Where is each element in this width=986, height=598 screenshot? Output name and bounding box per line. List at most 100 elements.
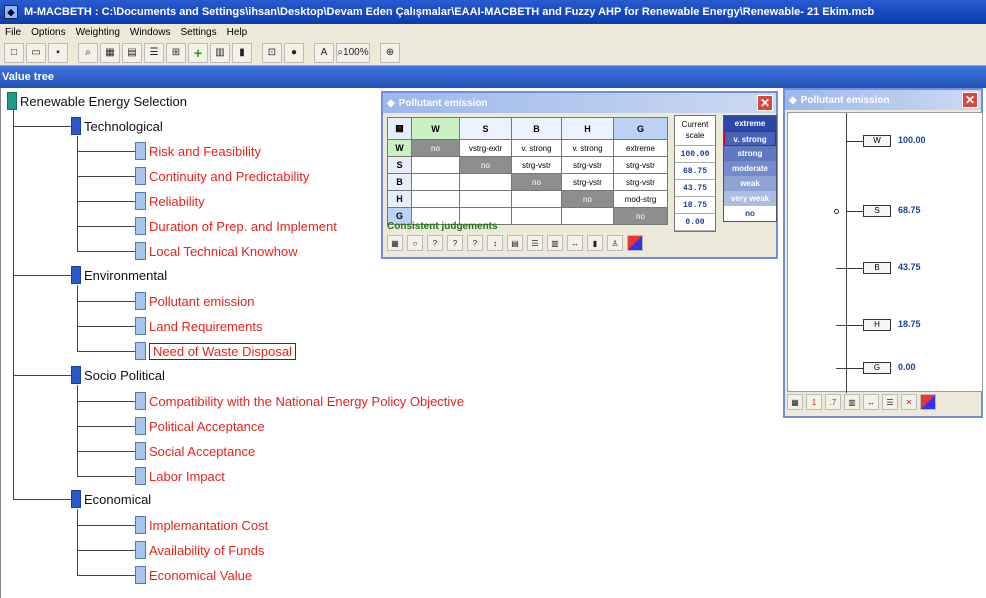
person-icon[interactable]: ♙: [607, 235, 623, 251]
matrix-cell[interactable]: no: [613, 207, 668, 225]
list-icon[interactable]: ☰: [882, 394, 898, 410]
matrix-cell[interactable]: [561, 207, 614, 225]
judgement-option[interactable]: very weak: [724, 191, 776, 206]
chart-icon[interactable]: ▥: [210, 42, 230, 63]
tree-leaf-node[interactable]: Pollutant emission: [135, 291, 255, 311]
matrix-cell[interactable]: vstrg-extr: [459, 139, 512, 157]
scale-option-box[interactable]: H: [863, 319, 891, 331]
scale-window-titlebar[interactable]: ◆ Pollutant emission ✕: [785, 90, 981, 110]
sort-icon[interactable]: ↕: [487, 235, 503, 251]
judgement-option[interactable]: no: [724, 206, 776, 221]
menu-options[interactable]: Options: [26, 27, 70, 38]
close-icon[interactable]: ✕: [757, 95, 773, 111]
matrix-cell[interactable]: [511, 207, 562, 225]
resize-icon[interactable]: ↔: [863, 394, 879, 410]
tree-leaf-node[interactable]: Compatibility with the National Energy P…: [135, 391, 464, 411]
tree-icon[interactable]: ⊞: [166, 42, 186, 63]
matrix-corner-icon[interactable]: ▦: [387, 117, 412, 140]
table-view-icon[interactable]: ▤: [507, 235, 523, 251]
save-icon[interactable]: ▪: [48, 42, 68, 63]
tree-leaf-node[interactable]: Continuity and Predictability: [135, 166, 309, 186]
judgement-option[interactable]: strong: [724, 146, 776, 161]
new-file-icon[interactable]: □: [4, 42, 24, 63]
matrix-cell[interactable]: [459, 173, 512, 191]
matrix-cell[interactable]: [411, 190, 460, 208]
matrix-icon[interactable]: ▦: [787, 394, 803, 410]
scale-option-box[interactable]: G: [863, 362, 891, 374]
diff-icon[interactable]: ▮: [587, 235, 603, 251]
menu-help[interactable]: Help: [222, 27, 253, 38]
tree-leaf-node[interactable]: Reliability: [135, 191, 205, 211]
color-grid-icon[interactable]: [627, 235, 643, 251]
tree-group-node[interactable]: Socio Political: [71, 365, 165, 385]
list-icon[interactable]: ☰: [144, 42, 164, 63]
list-view-icon[interactable]: ☰: [527, 235, 543, 251]
tree-leaf-node[interactable]: Labor Impact: [135, 466, 225, 486]
matrix-cell[interactable]: strg-vstr: [511, 156, 562, 174]
menu-file[interactable]: File: [0, 27, 26, 38]
plus-icon[interactable]: +: [188, 42, 208, 63]
judgement-option[interactable]: moderate: [724, 161, 776, 176]
scale-option-box[interactable]: W: [863, 135, 891, 147]
close-icon[interactable]: ✕: [962, 92, 978, 108]
tree-leaf-node[interactable]: Political Acceptance: [135, 416, 265, 436]
tree-leaf-node[interactable]: Implemantation Cost: [135, 515, 268, 535]
tree-group-node[interactable]: Technological: [71, 116, 163, 136]
scale-option-box[interactable]: B: [863, 262, 891, 274]
font-size-icon[interactable]: A: [314, 42, 334, 63]
judgement-option[interactable]: extreme: [724, 116, 776, 131]
tree-leaf-node[interactable]: Land Requirements: [135, 316, 262, 336]
zoom-button[interactable]: ⌕ 100%: [336, 42, 370, 63]
grid-icon[interactable]: ▤: [122, 42, 142, 63]
hint-icon[interactable]: ?: [427, 235, 443, 251]
tree-group-node[interactable]: Economical: [71, 489, 151, 509]
matrix-cell[interactable]: v. strong: [561, 139, 614, 157]
matrix-cell[interactable]: [511, 190, 562, 208]
table-icon[interactable]: ▦: [100, 42, 120, 63]
resize-icon[interactable]: ↔: [567, 235, 583, 251]
matrix-cell[interactable]: no: [411, 139, 460, 157]
menu-settings[interactable]: Settings: [175, 27, 221, 38]
circle-icon[interactable]: ○: [407, 235, 423, 251]
matrix-cell[interactable]: strg-vstr: [613, 173, 668, 191]
matrix-cell[interactable]: v. strong: [511, 139, 562, 157]
matrix-cell[interactable]: [411, 156, 460, 174]
bars-icon[interactable]: ▮: [232, 42, 252, 63]
tree-leaf-node[interactable]: Economical Value: [135, 565, 252, 585]
color-grid-icon[interactable]: [920, 394, 936, 410]
menu-weighting[interactable]: Weighting: [71, 27, 125, 38]
matrix-cell[interactable]: no: [459, 156, 512, 174]
judgement-option[interactable]: weak: [724, 176, 776, 191]
chart-icon[interactable]: ▥: [844, 394, 860, 410]
hint-2-icon[interactable]: ?: [447, 235, 463, 251]
decimal-scale-icon[interactable]: .7: [825, 394, 841, 410]
tree-root-node[interactable]: Renewable Energy Selection: [7, 91, 187, 111]
tree-leaf-node[interactable]: Local Technical Knowhow: [135, 241, 298, 261]
matrix-cell[interactable]: strg-vstr: [561, 173, 614, 191]
add-node-icon[interactable]: ⊕: [380, 42, 400, 63]
grid-view-icon[interactable]: ▥: [547, 235, 563, 251]
matrix-cell[interactable]: mod-strg: [613, 190, 668, 208]
tree-leaf-node[interactable]: Social Acceptance: [135, 441, 255, 461]
matrix-cell[interactable]: no: [511, 173, 562, 191]
tree-leaf-node-selected[interactable]: Need of Waste Disposal: [135, 341, 296, 361]
integer-scale-icon[interactable]: 1: [806, 394, 822, 410]
matrix-cell[interactable]: [459, 190, 512, 208]
scale-option-box[interactable]: S: [863, 205, 891, 217]
delete-icon[interactable]: ✕: [901, 394, 917, 410]
calculator-icon[interactable]: ⊡: [262, 42, 282, 63]
matrix-cell[interactable]: extreme: [613, 139, 668, 157]
search-icon[interactable]: ⌕: [78, 42, 98, 63]
matrix-cell[interactable]: no: [561, 190, 614, 208]
palette-icon[interactable]: ●: [284, 42, 304, 63]
tree-leaf-node[interactable]: Availability of Funds: [135, 540, 264, 560]
matrix-icon[interactable]: ▦: [387, 235, 403, 251]
tree-leaf-node[interactable]: Risk and Feasibility: [135, 141, 261, 161]
tree-group-node[interactable]: Environmental: [71, 265, 167, 285]
open-folder-icon[interactable]: ▭: [26, 42, 46, 63]
hint-3-icon[interactable]: ?: [467, 235, 483, 251]
matrix-window-titlebar[interactable]: ◆ Pollutant emission ✕: [383, 93, 776, 113]
judgement-option[interactable]: v. strong: [724, 131, 776, 146]
matrix-cell[interactable]: [411, 173, 460, 191]
matrix-cell[interactable]: strg-vstr: [561, 156, 614, 174]
